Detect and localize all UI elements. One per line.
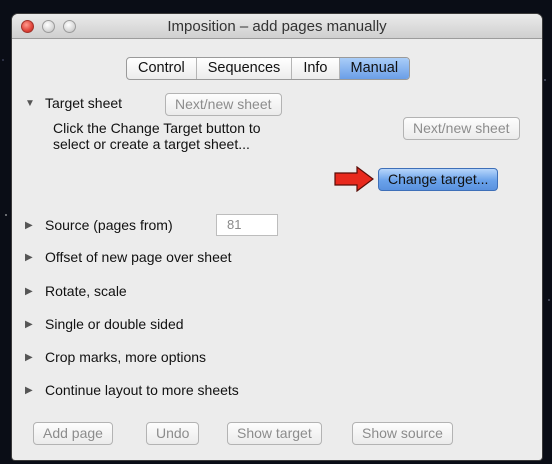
crop-disclosure[interactable]: ▶ Crop marks, more options bbox=[25, 349, 206, 365]
disclosure-right-icon: ▶ bbox=[25, 351, 33, 363]
red-arrow-icon bbox=[334, 166, 374, 192]
tab-sequences[interactable]: Sequences bbox=[197, 58, 293, 79]
imposition-window: Imposition – add pages manually Control … bbox=[12, 14, 542, 460]
rotate-disclosure[interactable]: ▶ Rotate, scale bbox=[25, 283, 127, 299]
sided-disclosure[interactable]: ▶ Single or double sided bbox=[25, 316, 184, 332]
offset-disclosure[interactable]: ▶ Offset of new page over sheet bbox=[25, 249, 232, 265]
disclosure-right-icon: ▶ bbox=[25, 219, 33, 231]
target-help-text: Click the Change Target button to select… bbox=[53, 120, 333, 152]
sided-label: Single or double sided bbox=[45, 316, 184, 332]
tab-bar: Control Sequences Info Manual bbox=[126, 57, 411, 80]
crop-label: Crop marks, more options bbox=[45, 349, 207, 365]
help-line-1: Click the Change Target button to bbox=[53, 120, 261, 136]
offset-label: Offset of new page over sheet bbox=[45, 249, 232, 265]
continue-disclosure[interactable]: ▶ Continue layout to more sheets bbox=[25, 382, 239, 398]
change-target-button[interactable]: Change target... bbox=[378, 168, 499, 191]
show-source-button[interactable]: Show source bbox=[352, 422, 453, 445]
disclosure-right-icon: ▶ bbox=[25, 384, 33, 396]
show-target-button[interactable]: Show target bbox=[227, 422, 322, 445]
title-bar: Imposition – add pages manually bbox=[12, 14, 542, 39]
target-sheet-label: Target sheet bbox=[45, 95, 123, 111]
add-page-button[interactable]: Add page bbox=[33, 422, 113, 445]
source-label: Source (pages from) bbox=[45, 217, 173, 233]
disclosure-right-icon: ▶ bbox=[25, 251, 33, 263]
target-sheet-disclosure[interactable]: ▼ Target sheet bbox=[25, 95, 122, 111]
tab-manual[interactable]: Manual bbox=[339, 58, 410, 79]
window-title: Imposition – add pages manually bbox=[167, 18, 387, 35]
tab-info[interactable]: Info bbox=[292, 58, 340, 79]
disclosure-right-icon: ▶ bbox=[25, 318, 33, 330]
continue-label: Continue layout to more sheets bbox=[45, 382, 239, 398]
source-disclosure[interactable]: ▶ Source (pages from) bbox=[25, 217, 173, 233]
next-new-sheet-button[interactable]: Next/new sheet bbox=[403, 117, 520, 140]
undo-button[interactable]: Undo bbox=[146, 422, 200, 445]
next-new-sheet-button-top[interactable]: Next/new sheet bbox=[165, 93, 282, 116]
tab-control[interactable]: Control bbox=[127, 58, 197, 79]
source-pages-field[interactable]: 81 bbox=[216, 214, 278, 236]
disclosure-down-icon: ▼ bbox=[25, 97, 35, 109]
disclosure-right-icon: ▶ bbox=[25, 285, 33, 297]
rotate-label: Rotate, scale bbox=[45, 283, 127, 299]
help-line-2: select or create a target sheet... bbox=[53, 136, 250, 152]
